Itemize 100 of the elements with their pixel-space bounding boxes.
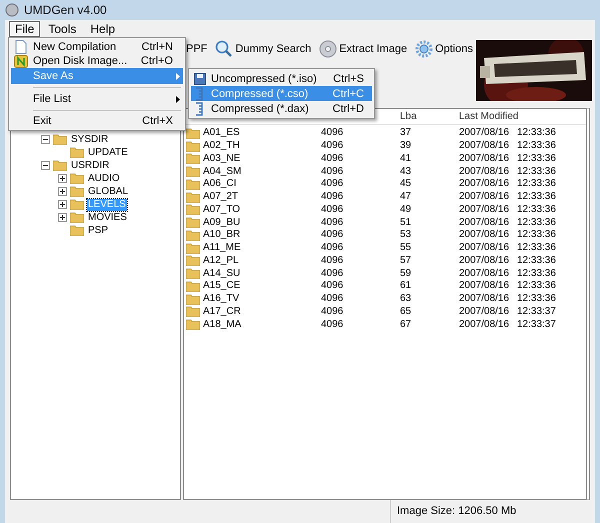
menu-item[interactable]: File List [11, 91, 183, 107]
table-cell-text: 12:33:36 [517, 191, 557, 204]
menu-item[interactable]: Open Disk Image... Ctrl+O [11, 54, 183, 68]
column-header[interactable]: Last Modified [459, 109, 518, 124]
app-icon [5, 3, 19, 17]
table-cell-text: 49 [400, 204, 412, 216]
folder-icon [186, 204, 200, 216]
table-cell-text: 12:33:36 [517, 242, 557, 254]
table-cell-text: 61 [400, 280, 412, 292]
tree-item[interactable]: PSP [87, 224, 110, 236]
table-cell: A16_TV [203, 293, 240, 306]
table-cell-text: 12:33:36 [517, 140, 557, 152]
table-cell-text: 2007/08/16 [459, 216, 510, 229]
table-cell-text: 51 [400, 216, 412, 229]
table-cell: A04_SM [203, 166, 242, 178]
table-cell-text: 45 [400, 178, 412, 190]
table-cell: A06_CI [203, 178, 236, 190]
expand-toggle[interactable] [58, 213, 67, 222]
folder-icon [70, 212, 84, 223]
folder-icon [186, 153, 200, 164]
window-title: UMDGen v4.00 [24, 3, 107, 17]
status-text: Image Size: 1206.50 Mb [390, 500, 516, 523]
page-icon [15, 40, 27, 54]
folder-icon [186, 294, 200, 305]
menu-item[interactable]: Tools [42, 20, 82, 36]
folder-icon [53, 160, 67, 171]
folder-icon [70, 225, 84, 236]
folder-icon [186, 192, 200, 203]
table-cell-text: 63 [400, 293, 412, 306]
table-cell-text: 2007/08/16 [459, 127, 510, 140]
collapse-toggle[interactable] [41, 161, 50, 170]
tree-item[interactable]: SYSDIR [70, 134, 110, 146]
tree-item[interactable]: USRDIR [70, 160, 110, 172]
folder-icon [186, 230, 200, 241]
submenu-arrow-icon [176, 72, 180, 80]
table-cell: A01_ES [203, 127, 240, 140]
folder-icon [186, 255, 200, 266]
table-cell-text: 12:33:36 [517, 166, 557, 178]
table-cell-text: 12:33:36 [517, 204, 557, 216]
expand-toggle[interactable] [58, 187, 67, 196]
table-cell-text: 67 [400, 318, 412, 331]
table-cell-text: 2007/08/16 [459, 229, 510, 242]
column-header[interactable]: Lba [400, 109, 459, 124]
table-cell-text: 2007/08/16 [459, 293, 510, 306]
table-cell-text: 2007/08/16 [459, 204, 510, 216]
table-cell-text: 4096 [321, 268, 344, 280]
menu-item[interactable]: Exit Ctrl+X [11, 114, 183, 128]
table-cell-text: 65 [400, 306, 412, 318]
toolbar-button[interactable]: Dummy Search [215, 39, 312, 59]
table-cell: A17_CR [203, 306, 241, 318]
table-cell-text: 37 [400, 127, 412, 140]
table-cell: A12_PL [203, 254, 239, 267]
toolbar-button[interactable]: PPF [186, 39, 208, 59]
table-cell-text: 55 [400, 242, 412, 254]
search-icon [215, 40, 234, 58]
table-cell-text: 12:33:36 [517, 229, 557, 242]
toolbar-button[interactable]: Options [415, 39, 473, 59]
expand-toggle[interactable] [58, 200, 67, 209]
expand-toggle[interactable] [58, 174, 67, 183]
table-cell-text: 2007/08/16 [459, 166, 510, 178]
table-cell-text: 47 [400, 191, 412, 204]
table-cell-text: 2007/08/16 [459, 306, 510, 318]
table-cell: A07_TO [203, 204, 240, 216]
tree-item[interactable]: AUDIO [87, 172, 121, 184]
table-cell: A09_BU [203, 216, 240, 229]
menu-item[interactable]: Uncompressed (*.iso) Ctrl+S [191, 71, 372, 86]
table-cell-text: 4096 [321, 280, 344, 292]
table-cell-text: 57 [400, 254, 412, 267]
table-cell: A03_NE [203, 152, 240, 165]
folder-icon [186, 268, 200, 280]
menu-item[interactable]: New Compilation Ctrl+N [11, 40, 183, 54]
table-cell: A10_BR [203, 229, 240, 242]
table-cell-text: 4096 [321, 229, 344, 242]
table-cell-text: 12:33:36 [517, 216, 557, 229]
toolbar-button[interactable]: Extract Image [319, 39, 408, 59]
table-cell-text: 2007/08/16 [459, 268, 510, 280]
folder-icon [53, 134, 67, 145]
folder-icon [186, 319, 200, 330]
table-cell-text: 2007/08/16 [459, 242, 510, 254]
menu-item[interactable]: Help [84, 20, 122, 36]
table-cell-text: 41 [400, 152, 412, 165]
folder-icon [186, 166, 200, 178]
table-cell-text: 12:33:36 [517, 254, 557, 267]
tree-item[interactable]: MOVIES [87, 212, 128, 224]
table-cell-text: 12:33:36 [517, 280, 557, 292]
menu-item[interactable]: File [9, 20, 40, 36]
menu-item[interactable]: Compressed (*.dax) Ctrl+D [191, 101, 372, 116]
tree-item[interactable]: GLOBAL [87, 186, 130, 198]
table-cell-text: 2007/08/16 [459, 152, 510, 165]
tree-item[interactable]: UPDATE [87, 146, 129, 158]
table-cell: A02_TH [203, 140, 240, 152]
table-cell-text: 12:33:37 [517, 318, 557, 331]
table-cell-text: 4096 [321, 242, 344, 254]
table-cell-text: 4096 [321, 318, 344, 331]
table-cell-text: 43 [400, 166, 412, 178]
table-cell-text: 12:33:36 [517, 293, 557, 306]
table-cell-text: 12:33:36 [517, 152, 557, 165]
collapse-toggle[interactable] [41, 135, 50, 144]
table-cell-text: 4096 [321, 178, 344, 190]
folder-icon [186, 306, 200, 318]
